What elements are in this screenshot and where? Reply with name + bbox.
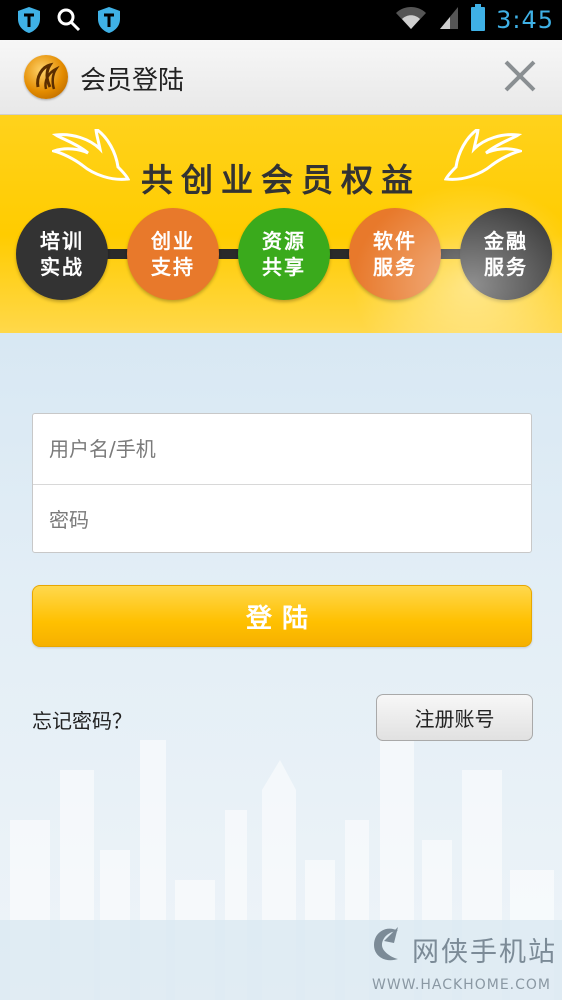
shield-icon <box>96 6 122 38</box>
watermark-name: 网侠手机站 <box>412 937 557 968</box>
login-form <box>32 413 532 554</box>
benefit-software-service: 软件 服务 <box>349 208 441 300</box>
page-title: 会员登陆 <box>80 66 185 96</box>
register-button[interactable]: 注册账号 <box>376 694 533 741</box>
status-bar: 3:45 <box>0 0 562 40</box>
username-input[interactable] <box>33 414 531 484</box>
header-bar: 会员登陆 <box>0 40 562 115</box>
benefit-training: 培训 实战 <box>16 208 108 300</box>
battery-icon <box>470 4 486 36</box>
login-area: 登陆 忘记密码？ 注册账号 网侠手机站 WWW.HACKHOME.COM <box>0 333 562 1000</box>
close-button[interactable] <box>500 56 540 96</box>
forgot-password-link[interactable]: 忘记密码？ <box>32 705 132 734</box>
signal-icon <box>438 5 460 35</box>
password-input[interactable] <box>33 484 531 554</box>
clock: 3:45 <box>496 6 554 34</box>
watermark-url: WWW.HACKHOME.COM <box>372 977 551 993</box>
membership-benefits-banner: 共创业会员权益 培训 实战 创业 支持 资源 共享 软件 服务 金融 服务 <box>0 115 562 333</box>
search-icon <box>56 7 82 37</box>
benefit-financial-service: 金融 服务 <box>460 208 552 300</box>
close-icon <box>504 60 536 92</box>
banner-title: 共创业会员权益 <box>140 161 421 199</box>
login-button[interactable]: 登陆 <box>32 585 532 647</box>
benefit-startup-support: 创业 支持 <box>127 208 219 300</box>
watermark-logo-icon <box>374 927 398 961</box>
wifi-icon <box>394 5 428 35</box>
app-logo-icon <box>24 55 68 99</box>
shield-icon <box>16 6 42 38</box>
benefit-resource-sharing: 资源 共享 <box>238 208 330 300</box>
